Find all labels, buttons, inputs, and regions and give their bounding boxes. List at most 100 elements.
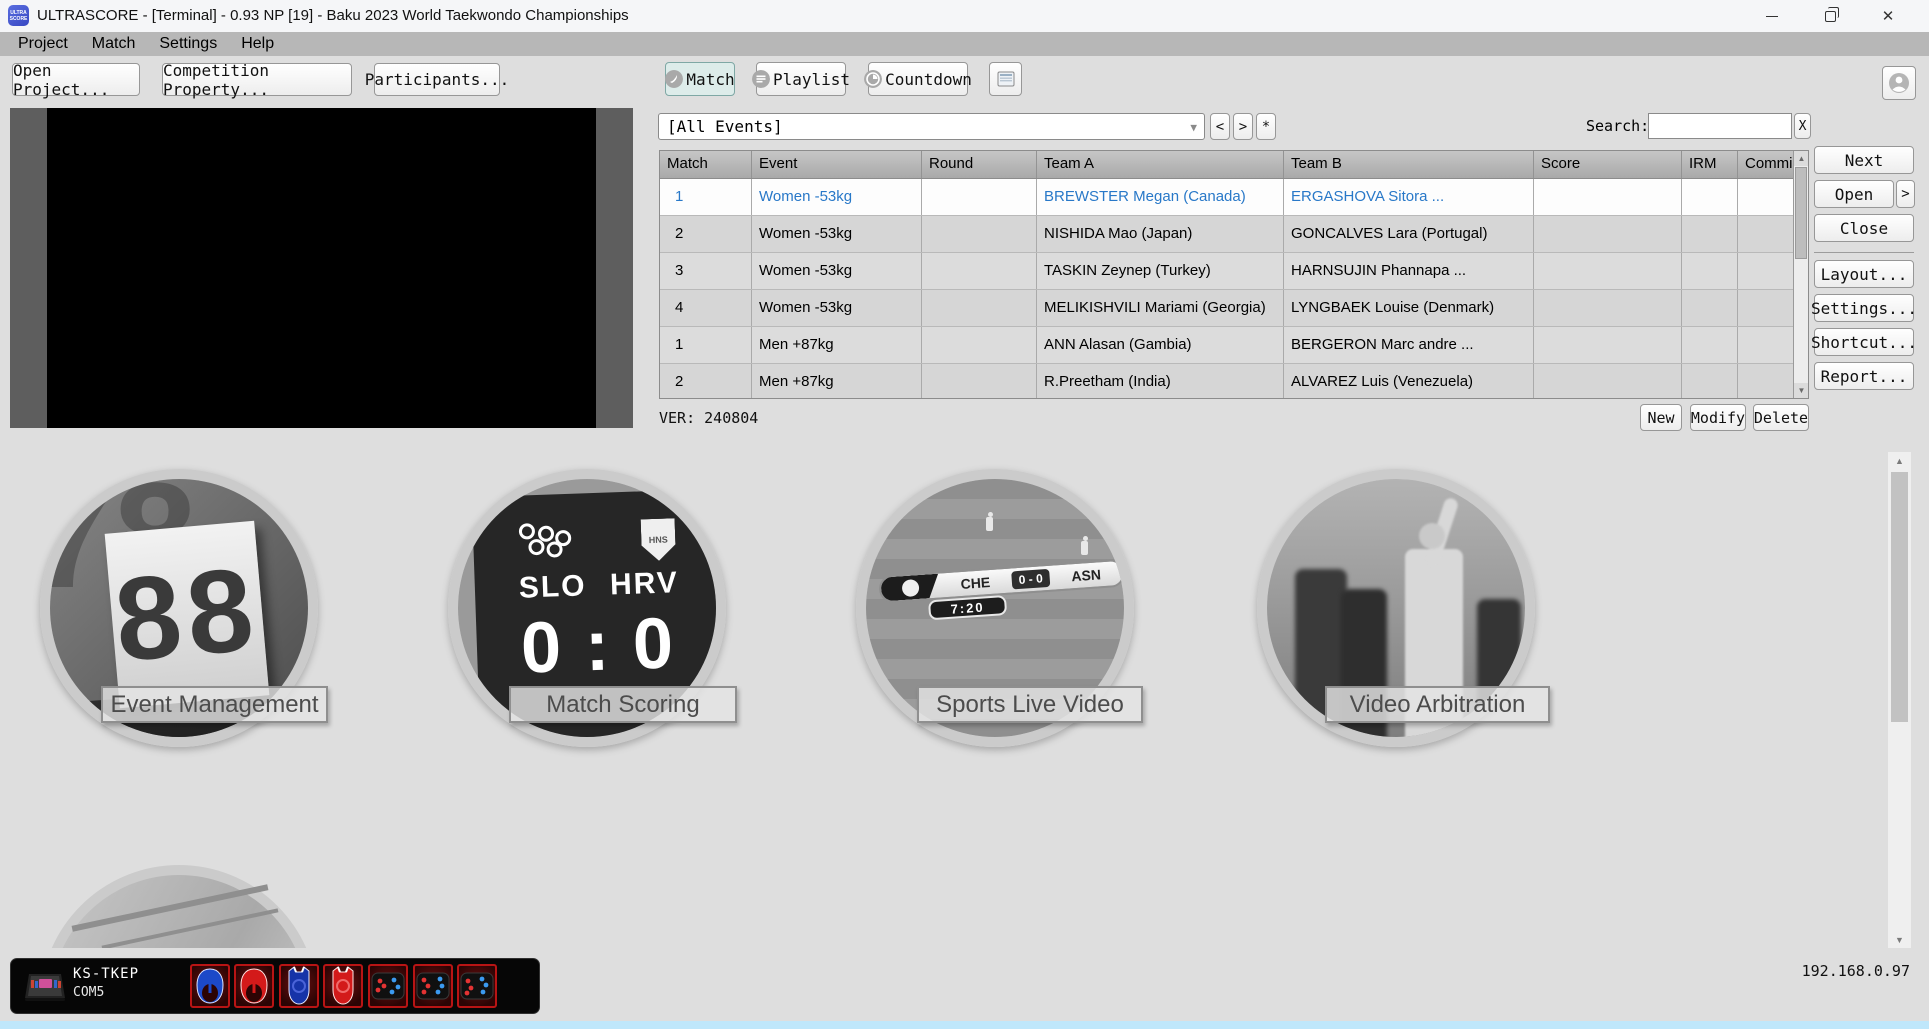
- new-button[interactable]: New: [1640, 404, 1682, 431]
- playlist-label: Playlist: [773, 70, 850, 89]
- close-button[interactable]: ✕: [1865, 0, 1911, 32]
- main-scroll-down-icon[interactable]: ▼: [1888, 931, 1911, 948]
- cell-commi: [1738, 364, 1795, 399]
- video-content: [47, 108, 596, 428]
- cell-team-a: MELIKISHVILI Mariami (Georgia): [1037, 290, 1284, 326]
- delete-label: Delete: [1754, 409, 1808, 427]
- table-row[interactable]: 3 Women -53kg TASKIN Zeynep (Turkey) HAR…: [660, 253, 1795, 290]
- cell-score: [1534, 327, 1682, 363]
- open-button[interactable]: Open: [1814, 180, 1894, 208]
- card-number: 88: [110, 541, 265, 689]
- next-button[interactable]: Next: [1814, 146, 1914, 174]
- settings-button[interactable]: Settings...: [1814, 294, 1914, 322]
- sports-live-video-label: Sports Live Video: [917, 686, 1143, 723]
- cell-match: 4: [660, 290, 752, 326]
- player-figure: [986, 517, 993, 531]
- next-event-button[interactable]: >: [1233, 113, 1253, 140]
- cell-round: [922, 290, 1037, 326]
- main-scroll-up-icon[interactable]: ▲: [1888, 452, 1911, 469]
- col-commi[interactable]: Commi: [1738, 151, 1795, 178]
- open-project-button[interactable]: Open Project...: [12, 63, 140, 96]
- playlist-button[interactable]: Playlist: [756, 62, 846, 96]
- table-row[interactable]: 1 Men +87kg ANN Alasan (Gambia) BERGERON…: [660, 327, 1795, 364]
- col-irm[interactable]: IRM: [1682, 151, 1738, 178]
- blue-helmet-tile[interactable]: [190, 964, 230, 1008]
- table-row[interactable]: 2 Men +87kg R.Preetham (India) ALVAREZ L…: [660, 364, 1795, 399]
- partial-module[interactable]: [40, 865, 318, 948]
- layout-button[interactable]: Layout...: [1814, 260, 1914, 288]
- all-events-button[interactable]: *: [1256, 113, 1276, 140]
- table-row[interactable]: 2 Women -53kg NISHIDA Mao (Japan) GONCAL…: [660, 216, 1795, 253]
- table-scroll-up-icon[interactable]: ▲: [1794, 151, 1809, 166]
- sensor-tile-3[interactable]: [457, 964, 497, 1008]
- cell-team-a: BREWSTER Megan (Canada): [1037, 179, 1284, 215]
- col-round[interactable]: Round: [922, 151, 1037, 178]
- cell-irm: [1682, 253, 1738, 289]
- scoring-device-icon: [23, 968, 67, 1006]
- broadcast-logo-icon: [880, 574, 940, 602]
- cell-team-b: ERGASHOVA Sitora ...: [1284, 179, 1534, 215]
- competition-property-button[interactable]: Competition Property...: [162, 63, 352, 96]
- participants-label: Participants...: [365, 70, 510, 89]
- red-hogu-tile[interactable]: [323, 964, 363, 1008]
- blue-hogu-tile[interactable]: [279, 964, 319, 1008]
- video-arbitration-label: Video Arbitration: [1325, 686, 1550, 723]
- blue-hogu-icon: [283, 966, 315, 1006]
- sensor-tile-2[interactable]: [413, 964, 453, 1008]
- cell-score: [1534, 253, 1682, 289]
- table-scrollbar[interactable]: ▲ ▼: [1793, 151, 1808, 398]
- close-icon: ✕: [1882, 7, 1895, 25]
- modify-button[interactable]: Modify: [1690, 404, 1746, 431]
- sensor-pad-icon: [459, 966, 495, 1006]
- version-label: VER: 240804: [659, 409, 758, 427]
- menu-help[interactable]: Help: [231, 34, 284, 54]
- main-scrollbar-thumb[interactable]: [1891, 472, 1908, 722]
- delete-button[interactable]: Delete: [1753, 404, 1809, 431]
- cell-commi: [1738, 253, 1795, 289]
- report-button[interactable]: Report...: [1814, 362, 1914, 390]
- col-team-b[interactable]: Team B: [1284, 151, 1534, 178]
- prev-event-button[interactable]: <: [1210, 113, 1230, 140]
- close-match-button[interactable]: Close: [1814, 214, 1914, 242]
- sensor-pad-icon: [415, 966, 451, 1006]
- main-scrollbar[interactable]: ▲ ▼: [1888, 452, 1911, 948]
- participants-button[interactable]: Participants...: [374, 63, 500, 96]
- match-table: Match Event Round Team A Team B Score IR…: [659, 150, 1809, 399]
- minimize-button[interactable]: [1749, 0, 1795, 32]
- dropdown-arrow-icon: ▼: [1190, 121, 1197, 134]
- shortcut-button[interactable]: Shortcut...: [1814, 328, 1914, 356]
- col-event[interactable]: Event: [752, 151, 922, 178]
- tv-score: 0 - 0: [1011, 569, 1050, 590]
- menu-match[interactable]: Match: [82, 34, 146, 54]
- search-input[interactable]: [1648, 113, 1792, 139]
- restore-button[interactable]: [1807, 0, 1853, 32]
- cell-round: [922, 179, 1037, 215]
- countdown-button[interactable]: Countdown: [868, 62, 968, 96]
- col-score[interactable]: Score: [1534, 151, 1682, 178]
- olympic-rings-icon: [519, 522, 576, 560]
- scoreboard-team-b: HRV: [609, 566, 679, 602]
- red-helmet-tile[interactable]: [234, 964, 274, 1008]
- cell-team-b: HARNSUJIN Phannapa ...: [1284, 253, 1534, 289]
- table-row[interactable]: 1 Women -53kg BREWSTER Megan (Canada) ER…: [660, 179, 1795, 216]
- table-scroll-down-icon[interactable]: ▼: [1794, 383, 1809, 398]
- open-more-button[interactable]: >: [1896, 180, 1915, 208]
- sensor-tile-1[interactable]: [368, 964, 408, 1008]
- user-button[interactable]: [1882, 66, 1916, 100]
- col-match[interactable]: Match: [660, 151, 752, 178]
- col-team-a[interactable]: Team A: [1037, 151, 1284, 178]
- menu-settings[interactable]: Settings: [149, 34, 227, 54]
- clear-search-button[interactable]: X: [1794, 113, 1811, 139]
- cell-team-a: ANN Alasan (Gambia): [1037, 327, 1284, 363]
- menu-project[interactable]: Project: [8, 34, 78, 54]
- player-silhouette: [1477, 599, 1521, 747]
- display-panel-button[interactable]: [989, 62, 1022, 96]
- match-tab-button[interactable]: Match: [665, 62, 735, 96]
- table-scrollbar-thumb[interactable]: [1795, 167, 1807, 259]
- event-filter-dropdown[interactable]: [All Events] ▼: [658, 113, 1205, 140]
- table-row[interactable]: 4 Women -53kg MELIKISHVILI Mariami (Geor…: [660, 290, 1795, 327]
- cell-irm: [1682, 179, 1738, 215]
- shortcut-label: Shortcut...: [1811, 333, 1917, 352]
- cell-event: Men +87kg: [752, 364, 922, 399]
- device-name: KS-TKEP: [73, 966, 139, 982]
